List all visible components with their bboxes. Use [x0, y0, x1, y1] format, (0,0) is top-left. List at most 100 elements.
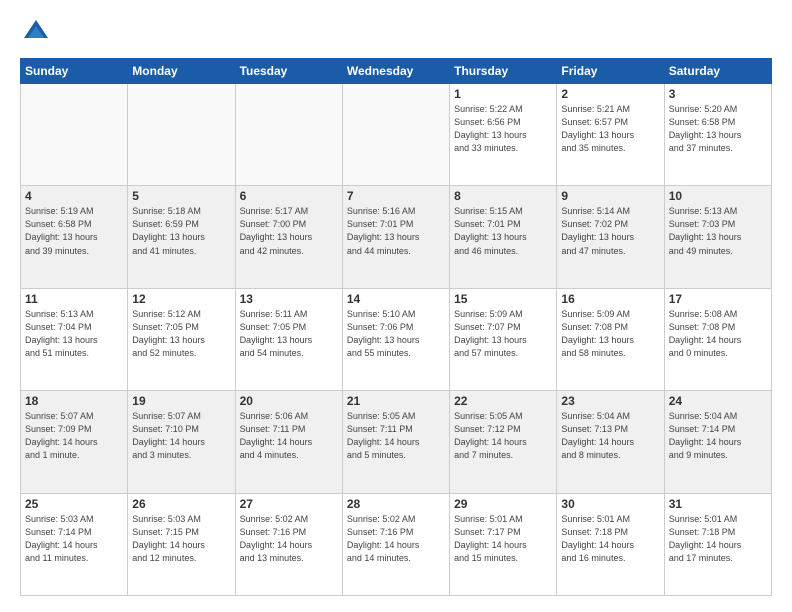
- day-details: Sunrise: 5:02 AM Sunset: 7:16 PM Dayligh…: [240, 513, 338, 565]
- day-details: Sunrise: 5:15 AM Sunset: 7:01 PM Dayligh…: [454, 205, 552, 257]
- day-number: 26: [132, 497, 230, 511]
- day-number: 30: [561, 497, 659, 511]
- day-number: 7: [347, 189, 445, 203]
- day-details: Sunrise: 5:05 AM Sunset: 7:12 PM Dayligh…: [454, 410, 552, 462]
- day-number: 16: [561, 292, 659, 306]
- day-details: Sunrise: 5:14 AM Sunset: 7:02 PM Dayligh…: [561, 205, 659, 257]
- logo-icon: [20, 16, 52, 48]
- week-row-1: 1 Sunrise: 5:22 AM Sunset: 6:56 PM Daylig…: [21, 84, 772, 186]
- day-number: 17: [669, 292, 767, 306]
- day-number: 21: [347, 394, 445, 408]
- day-details: Sunrise: 5:12 AM Sunset: 7:05 PM Dayligh…: [132, 308, 230, 360]
- day-details: Sunrise: 5:05 AM Sunset: 7:11 PM Dayligh…: [347, 410, 445, 462]
- calendar-cell: 24 Sunrise: 5:04 AM Sunset: 7:14 PM Dayli…: [664, 391, 771, 493]
- calendar-cell: 31 Sunrise: 5:01 AM Sunset: 7:18 PM Dayli…: [664, 493, 771, 595]
- day-details: Sunrise: 5:17 AM Sunset: 7:00 PM Dayligh…: [240, 205, 338, 257]
- day-details: Sunrise: 5:11 AM Sunset: 7:05 PM Dayligh…: [240, 308, 338, 360]
- day-details: Sunrise: 5:09 AM Sunset: 7:07 PM Dayligh…: [454, 308, 552, 360]
- calendar-cell: 10 Sunrise: 5:13 AM Sunset: 7:03 PM Dayli…: [664, 186, 771, 288]
- day-number: 28: [347, 497, 445, 511]
- calendar-table: SundayMondayTuesdayWednesdayThursdayFrid…: [20, 58, 772, 596]
- calendar-cell: 9 Sunrise: 5:14 AM Sunset: 7:02 PM Daylig…: [557, 186, 664, 288]
- weekday-thursday: Thursday: [450, 59, 557, 84]
- weekday-tuesday: Tuesday: [235, 59, 342, 84]
- week-row-3: 11 Sunrise: 5:13 AM Sunset: 7:04 PM Dayli…: [21, 288, 772, 390]
- day-details: Sunrise: 5:01 AM Sunset: 7:18 PM Dayligh…: [561, 513, 659, 565]
- calendar-cell: 25 Sunrise: 5:03 AM Sunset: 7:14 PM Dayli…: [21, 493, 128, 595]
- day-number: 11: [25, 292, 123, 306]
- day-number: 13: [240, 292, 338, 306]
- day-details: Sunrise: 5:01 AM Sunset: 7:18 PM Dayligh…: [669, 513, 767, 565]
- calendar-cell: 14 Sunrise: 5:10 AM Sunset: 7:06 PM Dayli…: [342, 288, 449, 390]
- calendar-cell: [342, 84, 449, 186]
- calendar-cell: 20 Sunrise: 5:06 AM Sunset: 7:11 PM Dayli…: [235, 391, 342, 493]
- calendar-cell: 28 Sunrise: 5:02 AM Sunset: 7:16 PM Dayli…: [342, 493, 449, 595]
- day-number: 27: [240, 497, 338, 511]
- calendar-cell: 13 Sunrise: 5:11 AM Sunset: 7:05 PM Dayli…: [235, 288, 342, 390]
- day-number: 9: [561, 189, 659, 203]
- day-details: Sunrise: 5:22 AM Sunset: 6:56 PM Dayligh…: [454, 103, 552, 155]
- day-details: Sunrise: 5:16 AM Sunset: 7:01 PM Dayligh…: [347, 205, 445, 257]
- weekday-sunday: Sunday: [21, 59, 128, 84]
- weekday-friday: Friday: [557, 59, 664, 84]
- day-details: Sunrise: 5:06 AM Sunset: 7:11 PM Dayligh…: [240, 410, 338, 462]
- day-number: 22: [454, 394, 552, 408]
- calendar-cell: 8 Sunrise: 5:15 AM Sunset: 7:01 PM Daylig…: [450, 186, 557, 288]
- calendar-cell: 1 Sunrise: 5:22 AM Sunset: 6:56 PM Daylig…: [450, 84, 557, 186]
- day-details: Sunrise: 5:04 AM Sunset: 7:14 PM Dayligh…: [669, 410, 767, 462]
- day-number: 31: [669, 497, 767, 511]
- day-details: Sunrise: 5:18 AM Sunset: 6:59 PM Dayligh…: [132, 205, 230, 257]
- calendar-cell: 5 Sunrise: 5:18 AM Sunset: 6:59 PM Daylig…: [128, 186, 235, 288]
- day-details: Sunrise: 5:03 AM Sunset: 7:14 PM Dayligh…: [25, 513, 123, 565]
- day-details: Sunrise: 5:08 AM Sunset: 7:08 PM Dayligh…: [669, 308, 767, 360]
- day-details: Sunrise: 5:07 AM Sunset: 7:09 PM Dayligh…: [25, 410, 123, 462]
- calendar-cell: 4 Sunrise: 5:19 AM Sunset: 6:58 PM Daylig…: [21, 186, 128, 288]
- weekday-saturday: Saturday: [664, 59, 771, 84]
- weekday-wednesday: Wednesday: [342, 59, 449, 84]
- header: [20, 16, 772, 48]
- calendar-cell: [21, 84, 128, 186]
- day-number: 8: [454, 189, 552, 203]
- day-number: 20: [240, 394, 338, 408]
- calendar-cell: [235, 84, 342, 186]
- day-number: 23: [561, 394, 659, 408]
- calendar-cell: 2Sunrise: 5:21 AM Sunset: 6:57 PM Daylig…: [557, 84, 664, 186]
- day-number: 19: [132, 394, 230, 408]
- calendar-cell: 15 Sunrise: 5:09 AM Sunset: 7:07 PM Dayli…: [450, 288, 557, 390]
- day-details: Sunrise: 5:21 AM Sunset: 6:57 PM Dayligh…: [561, 103, 659, 155]
- day-number: 25: [25, 497, 123, 511]
- day-details: Sunrise: 5:10 AM Sunset: 7:06 PM Dayligh…: [347, 308, 445, 360]
- week-row-4: 18Sunrise: 5:07 AM Sunset: 7:09 PM Dayli…: [21, 391, 772, 493]
- calendar-cell: 26Sunrise: 5:03 AM Sunset: 7:15 PM Dayli…: [128, 493, 235, 595]
- day-number: 10: [669, 189, 767, 203]
- day-number: 6: [240, 189, 338, 203]
- week-row-2: 4 Sunrise: 5:19 AM Sunset: 6:58 PM Daylig…: [21, 186, 772, 288]
- page: SundayMondayTuesdayWednesdayThursdayFrid…: [0, 0, 792, 612]
- calendar-cell: 19Sunrise: 5:07 AM Sunset: 7:10 PM Dayli…: [128, 391, 235, 493]
- calendar-cell: 6 Sunrise: 5:17 AM Sunset: 7:00 PM Daylig…: [235, 186, 342, 288]
- day-number: 1: [454, 87, 552, 101]
- weekday-monday: Monday: [128, 59, 235, 84]
- day-details: Sunrise: 5:02 AM Sunset: 7:16 PM Dayligh…: [347, 513, 445, 565]
- day-number: 3: [669, 87, 767, 101]
- day-details: Sunrise: 5:09 AM Sunset: 7:08 PM Dayligh…: [561, 308, 659, 360]
- day-details: Sunrise: 5:13 AM Sunset: 7:03 PM Dayligh…: [669, 205, 767, 257]
- day-number: 24: [669, 394, 767, 408]
- day-number: 4: [25, 189, 123, 203]
- day-number: 5: [132, 189, 230, 203]
- day-number: 29: [454, 497, 552, 511]
- calendar-cell: 22 Sunrise: 5:05 AM Sunset: 7:12 PM Dayli…: [450, 391, 557, 493]
- calendar-cell: [128, 84, 235, 186]
- day-number: 15: [454, 292, 552, 306]
- calendar-cell: 3Sunrise: 5:20 AM Sunset: 6:58 PM Daylig…: [664, 84, 771, 186]
- day-number: 14: [347, 292, 445, 306]
- calendar-cell: 29Sunrise: 5:01 AM Sunset: 7:17 PM Dayli…: [450, 493, 557, 595]
- calendar-cell: 27 Sunrise: 5:02 AM Sunset: 7:16 PM Dayli…: [235, 493, 342, 595]
- calendar-cell: 23Sunrise: 5:04 AM Sunset: 7:13 PM Dayli…: [557, 391, 664, 493]
- day-details: Sunrise: 5:19 AM Sunset: 6:58 PM Dayligh…: [25, 205, 123, 257]
- calendar-cell: 7 Sunrise: 5:16 AM Sunset: 7:01 PM Daylig…: [342, 186, 449, 288]
- calendar-cell: 18Sunrise: 5:07 AM Sunset: 7:09 PM Dayli…: [21, 391, 128, 493]
- calendar-cell: 30 Sunrise: 5:01 AM Sunset: 7:18 PM Dayli…: [557, 493, 664, 595]
- day-details: Sunrise: 5:13 AM Sunset: 7:04 PM Dayligh…: [25, 308, 123, 360]
- calendar-cell: 16 Sunrise: 5:09 AM Sunset: 7:08 PM Dayli…: [557, 288, 664, 390]
